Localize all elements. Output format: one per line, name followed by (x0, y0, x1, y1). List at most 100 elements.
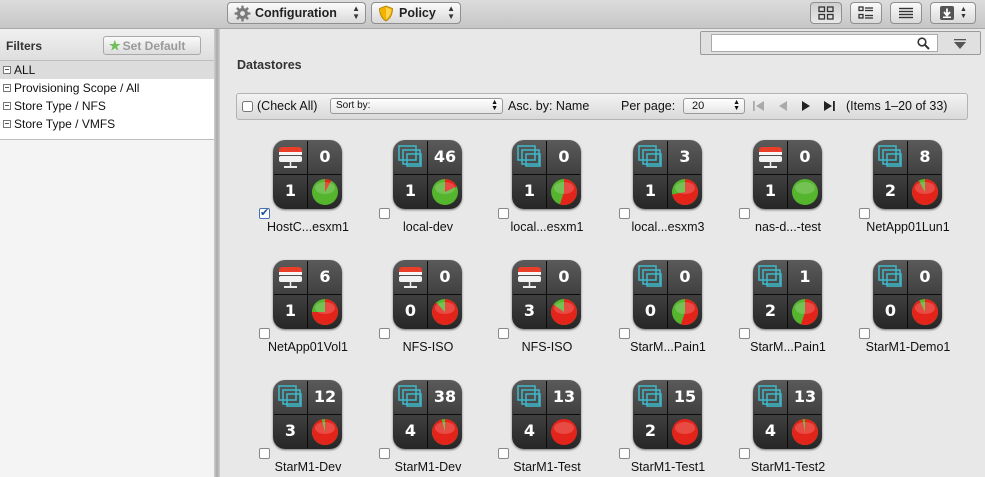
datastore-tile[interactable]: 1 2 StarM...Pain1 (729, 260, 839, 356)
datastore-name[interactable]: StarM1-Test2 (729, 460, 847, 474)
previous-page-icon[interactable] (776, 100, 789, 112)
datastore-tile[interactable]: 8 2 NetApp01Lun1 (849, 140, 959, 236)
list-view-button[interactable] (890, 2, 922, 24)
datastore-name[interactable]: StarM1-Test1 (609, 460, 727, 474)
export-menu-button[interactable]: ▲ ▼ (930, 2, 976, 24)
sort-by-select[interactable]: Sort by: ▲ ▼ (330, 98, 503, 114)
items-count-label: (Items 1–20 of 33) (846, 99, 948, 113)
check-all-label[interactable]: (Check All) (257, 99, 317, 113)
filter-arrow-icon (3, 102, 11, 110)
datastore-icon[interactable]: 38 4 (393, 380, 462, 449)
datastore-checkbox[interactable] (379, 448, 390, 459)
dropdown-triangle-icon[interactable] (953, 39, 967, 51)
datastore-tile[interactable]: 0 3 NFS-ISO (488, 260, 598, 356)
datastore-tile[interactable]: 01HostC...esxm1 (249, 140, 359, 236)
datastore-icon[interactable]: 31 (633, 140, 702, 209)
datastore-checkbox[interactable] (259, 328, 270, 339)
datastore-icon[interactable]: 00 (633, 260, 702, 329)
datastore-icon[interactable]: 12 3 (273, 380, 342, 449)
detail-view-button[interactable] (850, 2, 882, 24)
datastore-name[interactable]: local-dev (369, 220, 487, 234)
vm-stack-icon (757, 384, 784, 410)
datastore-name[interactable]: StarM1-Test (488, 460, 606, 474)
datastore-checkbox[interactable] (859, 208, 870, 219)
datastore-name[interactable]: StarM...Pain1 (729, 340, 847, 354)
datastore-name[interactable]: local...esxm3 (609, 220, 727, 234)
datastore-checkbox[interactable] (259, 206, 270, 219)
datastore-checkbox[interactable] (859, 328, 870, 339)
datastore-name[interactable]: NFS-ISO (369, 340, 487, 354)
search-input[interactable] (711, 34, 938, 52)
host-count: 1 (764, 181, 777, 200)
configuration-button[interactable]: Configuration ▲ ▼ (227, 2, 366, 24)
datastore-name[interactable]: StarM1-Demo1 (849, 340, 967, 354)
datastore-name[interactable]: StarM...Pain1 (609, 340, 727, 354)
datastore-icon[interactable]: 13 4 (512, 380, 581, 449)
datastore-name[interactable]: local...esxm1 (488, 220, 606, 234)
nfs-storage-icon (277, 144, 304, 170)
check-all-checkbox[interactable] (242, 101, 253, 112)
datastore-checkbox[interactable] (739, 448, 750, 459)
datastore-checkbox[interactable] (739, 328, 750, 339)
per-page-select[interactable]: 20 ▲ ▼ (683, 98, 745, 114)
datastore-checkbox[interactable] (379, 328, 390, 339)
filter-item-all[interactable]: ALL (0, 61, 214, 79)
grid-view-button[interactable] (810, 2, 842, 24)
datastore-icon[interactable]: 01 (512, 140, 581, 209)
page-title: Datastores (237, 58, 302, 72)
datastore-icon[interactable]: 46 1 (393, 140, 462, 209)
datastore-checkbox[interactable] (619, 328, 630, 339)
datastore-tile[interactable]: 13 4 StarM1-Test (488, 380, 598, 476)
next-page-icon[interactable] (800, 100, 813, 112)
last-page-icon[interactable] (823, 100, 836, 112)
filter-arrow-icon (3, 84, 11, 92)
filter-item-provisioning-scope[interactable]: Provisioning Scope / All (0, 79, 214, 97)
datastore-tile[interactable]: 15 2 StarM1-Test1 (609, 380, 719, 476)
datastore-icon[interactable]: 13 4 (753, 380, 822, 449)
datastore-checkbox[interactable] (619, 448, 630, 459)
datastore-checkbox[interactable] (498, 208, 509, 219)
datastore-icon[interactable]: 00 (873, 260, 942, 329)
datastore-tile[interactable]: 3 1 local...esxm3 (609, 140, 719, 236)
search-icon[interactable] (917, 37, 930, 50)
datastore-name[interactable]: NetApp01Vol1 (249, 340, 367, 354)
sort-order-toggle[interactable]: Asc. by: Name (508, 99, 589, 113)
set-default-button[interactable]: ★ Set Default (103, 36, 201, 55)
datastore-icon[interactable]: 61 (273, 260, 342, 329)
datastore-checkbox[interactable] (379, 208, 390, 219)
datastore-checkbox[interactable] (498, 328, 509, 339)
datastore-name[interactable]: StarM1-Dev (369, 460, 487, 474)
datastore-name[interactable]: NFS-ISO (488, 340, 606, 354)
datastore-name[interactable]: nas-d...-test (729, 220, 847, 234)
datastore-tile[interactable]: 0 1 nas-d...-test (729, 140, 839, 236)
datastore-icon[interactable]: 03 (512, 260, 581, 329)
datastore-checkbox[interactable] (498, 448, 509, 459)
vm-stack-icon (877, 264, 904, 290)
datastore-tile[interactable]: 13 4 StarM1-Test2 (729, 380, 839, 476)
datastore-icon[interactable]: 01 (753, 140, 822, 209)
datastore-icon[interactable]: 01 (273, 140, 342, 209)
datastore-name[interactable]: HostC...esxm1 (249, 220, 367, 234)
datastore-tile[interactable]: 46 1 local-dev (369, 140, 479, 236)
datastore-tile[interactable]: 12 3 StarM1-Dev (249, 380, 359, 476)
datastore-checkbox[interactable] (619, 208, 630, 219)
datastore-tile[interactable]: 0 0 NFS-ISO (369, 260, 479, 356)
policy-button[interactable]: Policy ▲ ▼ (371, 2, 461, 24)
datastore-icon[interactable]: 15 2 (633, 380, 702, 449)
datastore-icon[interactable]: 00 (393, 260, 462, 329)
datastore-checkbox[interactable] (259, 448, 270, 459)
filter-item-store-type-vmfs[interactable]: Store Type / VMFS (0, 115, 214, 133)
datastore-tile[interactable]: 0 0 StarM1-Demo1 (849, 260, 959, 356)
datastore-tile[interactable]: 0 1 local...esxm1 (488, 140, 598, 236)
datastore-icon[interactable]: 12 (753, 260, 822, 329)
datastore-tile[interactable]: 38 4 StarM1-Dev (369, 380, 479, 476)
datastore-name[interactable]: StarM1-Dev (249, 460, 367, 474)
datastore-name[interactable]: NetApp01Lun1 (849, 220, 967, 234)
datastore-icon[interactable]: 82 (873, 140, 942, 209)
filter-item-store-type-nfs[interactable]: Store Type / NFS (0, 97, 214, 115)
datastore-tile[interactable]: 6 1 NetApp01Vol1 (249, 260, 359, 356)
datastore-checkbox[interactable] (739, 208, 750, 219)
first-page-icon[interactable] (752, 100, 765, 112)
datastore-tile[interactable]: 0 0 StarM...Pain1 (609, 260, 719, 356)
host-count: 1 (523, 181, 536, 200)
